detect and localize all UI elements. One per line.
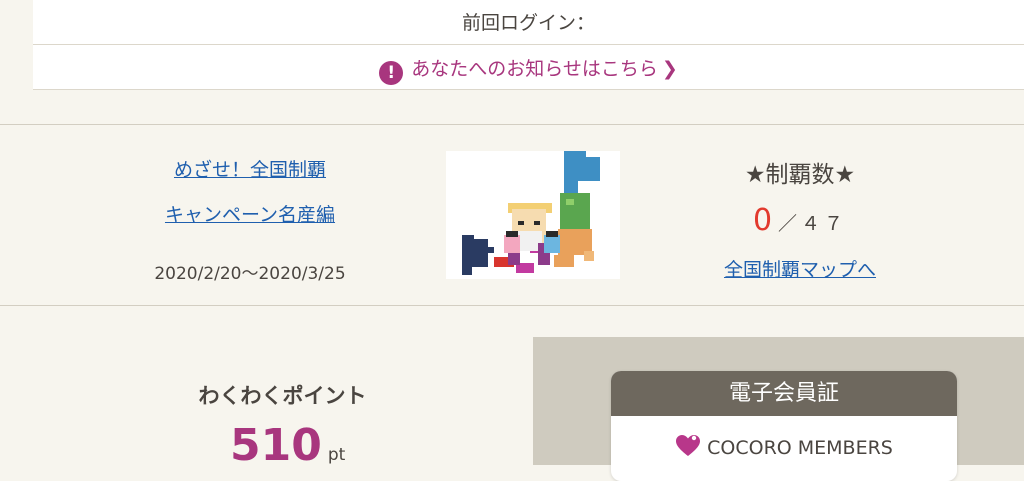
member-card-brand: COCORO MEMBERS [611, 434, 957, 459]
exclamation-icon: ! [379, 61, 404, 85]
notice-bar: ! あなたへのお知らせはこちら ❯ [33, 45, 1024, 90]
pixel-map-icon [462, 151, 600, 275]
campaign-title-link[interactable]: めざせ！全国制覇 [120, 155, 380, 182]
campaign-section: めざせ！全国制覇 キャンペーン名産編 2020/2/20〜2020/3/25 ★… [0, 124, 1024, 306]
chevron-right-icon: ❯ [661, 58, 678, 80]
japan-map-illustration [446, 151, 620, 279]
last-login-label: 前回ログイン： [461, 12, 595, 34]
points-display: 510 pt [230, 420, 345, 471]
points-unit: pt [327, 445, 346, 465]
last-login-bar: 前回ログイン： [33, 0, 1024, 45]
campaign-period: 2020/2/20〜2020/3/25 [154, 264, 346, 284]
notice-link[interactable]: ! あなたへのお知らせはこちら ❯ [33, 54, 1024, 85]
campaign-subtitle-link[interactable]: キャンペーン名産編 [120, 200, 380, 227]
conquest-count: 0 ／４７ [700, 203, 900, 238]
member-card-brand-text: COCORO MEMBERS [707, 437, 893, 459]
member-card-title: 電子会員証 [611, 371, 957, 416]
conquest-count-total: ／４７ [778, 213, 848, 235]
points-label: わくわくポイント [198, 384, 367, 408]
points-value: 510 [230, 420, 322, 471]
conquest-map-link[interactable]: 全国制覇マップへ [700, 255, 900, 282]
conquest-count-value: 0 [752, 203, 773, 238]
heart-logo-icon [676, 435, 701, 456]
notice-text: あなたへのお知らせはこちら [411, 58, 658, 80]
conquest-count-title: ★制覇数★ [744, 162, 856, 188]
